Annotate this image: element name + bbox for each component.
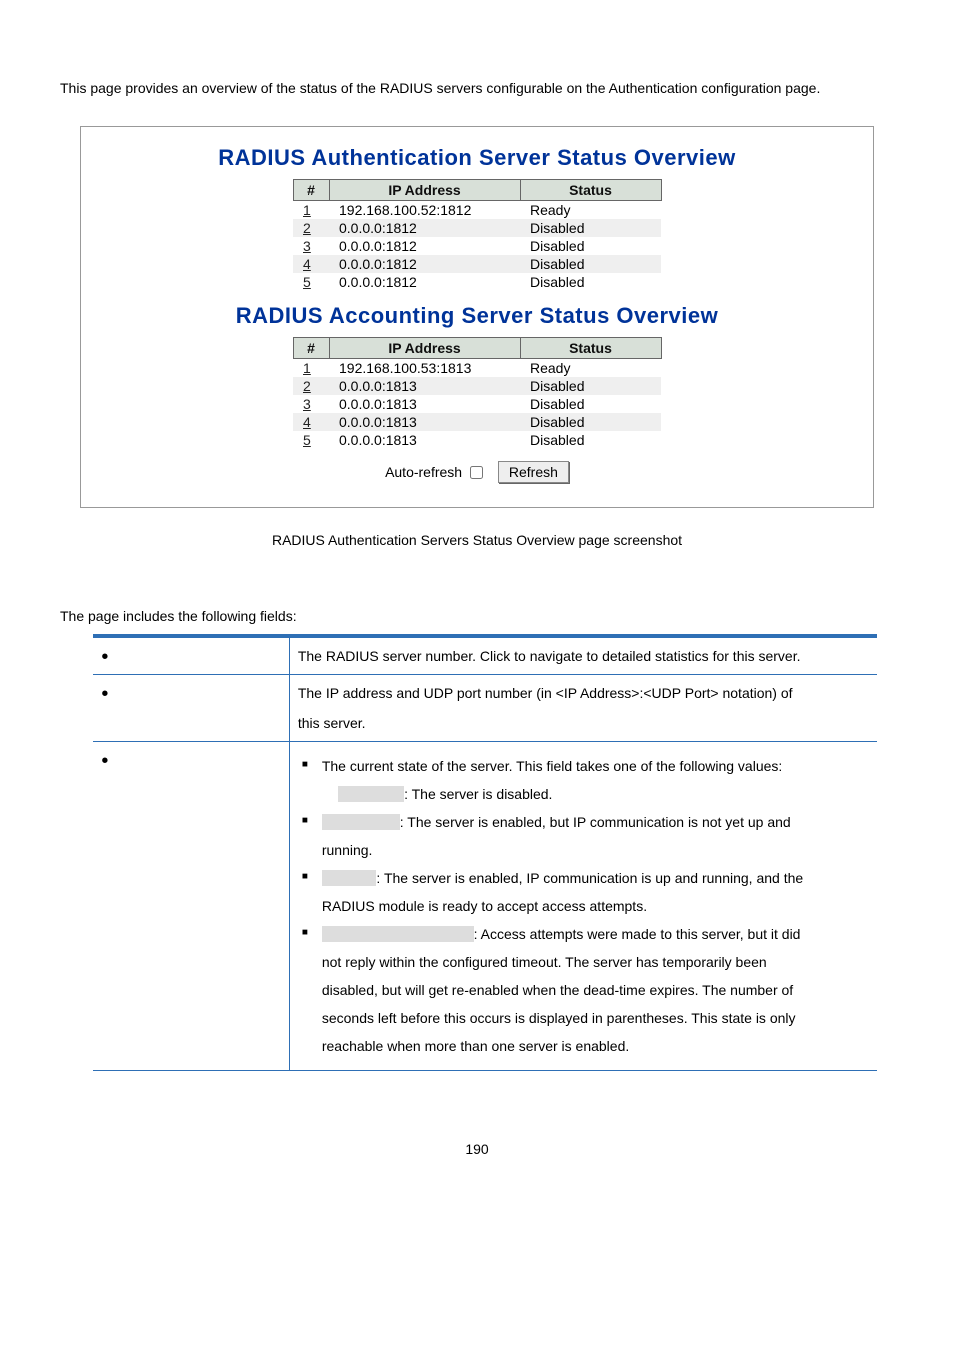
acct-server-table: # IP Address Status 1 192.168.100.53:181… [293,337,662,449]
table-row: 1 192.168.100.52:1812 Ready [293,201,661,220]
auth-head-num: # [293,180,329,201]
acct-row-link[interactable]: 2 [293,377,329,395]
bullet-icon [101,685,114,701]
acct-row-status: Disabled [520,395,661,413]
auth-row-link[interactable]: 3 [293,237,329,255]
auto-refresh-label: Auto-refresh [385,464,462,480]
auth-row-link[interactable]: 4 [293,255,329,273]
auth-row-status: Ready [520,201,661,220]
refresh-button[interactable]: Refresh [498,461,569,483]
table-row: 4 0.0.0.0:1813 Disabled [293,413,661,431]
desc-line: seconds left before this occurs is displ… [322,1010,796,1026]
acct-row-link[interactable]: 4 [293,413,329,431]
auth-head-ip: IP Address [329,180,520,201]
acct-row-link[interactable]: 5 [293,431,329,449]
acct-head-status: Status [520,338,661,359]
table-row: 5 0.0.0.0:1813 Disabled [293,431,661,449]
acct-row-link[interactable]: 1 [293,359,329,378]
auth-row-status: Disabled [520,273,661,291]
auth-row-ip: 0.0.0.0:1812 [329,255,520,273]
acct-title: RADIUS Accounting Server Status Overview [91,303,863,329]
table-row: 1 192.168.100.53:1813 Ready [293,359,661,378]
bullet-icon [101,752,114,768]
field-desc: The IP address and UDP port number (in <… [289,675,877,742]
acct-row-status: Disabled [520,431,661,449]
table-row: 4 0.0.0.0:1812 Disabled [293,255,661,273]
auth-row-status: Disabled [520,219,661,237]
auth-server-table: # IP Address Status 1 192.168.100.52:181… [293,179,662,291]
table-row: The RADIUS server number. Click to navig… [93,638,877,675]
intro-text: This page provides an overview of the st… [60,80,894,96]
desc-line: this server. [298,715,869,731]
table-row: 3 0.0.0.0:1813 Disabled [293,395,661,413]
acct-row-ip: 0.0.0.0:1813 [329,413,520,431]
desc-line: not reply within the configured timeout.… [322,954,767,970]
auth-row-status: Disabled [520,255,661,273]
table-row: 5 0.0.0.0:1812 Disabled [293,273,661,291]
auth-row-link[interactable]: 2 [293,219,329,237]
desc-line: : The server is enabled, IP communicatio… [376,870,803,886]
acct-head-ip: IP Address [329,338,520,359]
screenshot-panel: RADIUS Authentication Server Status Over… [80,126,874,508]
acct-row-ip: 0.0.0.0:1813 [329,431,520,449]
desc-line: The current state of the server. This fi… [322,758,782,774]
auth-row-ip: 0.0.0.0:1812 [329,273,520,291]
auto-refresh-controls: Auto-refresh Refresh [91,461,863,483]
table-row: The IP address and UDP port number (in <… [93,675,877,742]
field-desc: The RADIUS server number. Click to navig… [289,638,877,675]
auth-row-ip: 0.0.0.0:1812 [329,237,520,255]
desc-line: : The server is disabled. [404,786,552,802]
desc-line: : Access attempts were made to this serv… [474,926,801,942]
acct-row-ip: 0.0.0.0:1813 [329,395,520,413]
acct-row-ip: 192.168.100.53:1813 [329,359,520,378]
desc-line: running. [322,842,373,858]
desc-line: disabled, but will get re-enabled when t… [322,982,793,998]
screenshot-caption: RADIUS Authentication Servers Status Ove… [60,532,894,548]
page-number: 190 [60,1141,894,1157]
auth-row-status: Disabled [520,237,661,255]
acct-head-num: # [293,338,329,359]
desc-line: : The server is enabled, but IP communic… [400,814,791,830]
field-desc: The current state of the server. This fi… [289,742,877,1071]
bullet-icon [101,648,114,664]
auth-row-link[interactable]: 1 [293,201,329,220]
auth-row-ip: 192.168.100.52:1812 [329,201,520,220]
desc-line: The IP address and UDP port number (in <… [298,685,869,701]
auth-title: RADIUS Authentication Server Status Over… [91,145,863,171]
fields-intro: The page includes the following fields: [60,608,894,624]
table-row: 3 0.0.0.0:1812 Disabled [293,237,661,255]
table-row: 2 0.0.0.0:1813 Disabled [293,377,661,395]
desc-line: RADIUS module is ready to accept access … [322,898,647,914]
acct-row-status: Disabled [520,413,661,431]
auth-row-link[interactable]: 5 [293,273,329,291]
desc-line: reachable when more than one server is e… [322,1038,629,1054]
table-row: 2 0.0.0.0:1812 Disabled [293,219,661,237]
auth-row-ip: 0.0.0.0:1812 [329,219,520,237]
acct-row-status: Ready [520,359,661,378]
acct-row-status: Disabled [520,377,661,395]
auth-head-status: Status [520,180,661,201]
acct-row-ip: 0.0.0.0:1813 [329,377,520,395]
acct-row-link[interactable]: 3 [293,395,329,413]
table-row: The current state of the server. This fi… [93,742,877,1071]
auto-refresh-checkbox[interactable] [470,466,483,479]
field-desc-table: The RADIUS server number. Click to navig… [93,634,877,1071]
